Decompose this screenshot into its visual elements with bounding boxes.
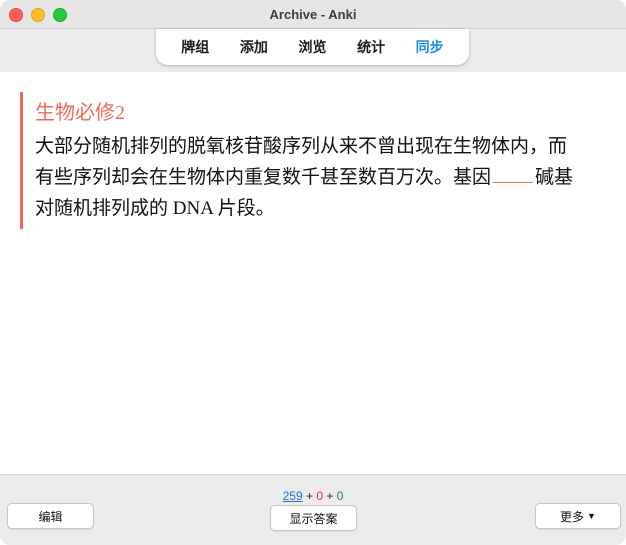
- learn-count: 0: [316, 489, 324, 503]
- edit-button[interactable]: 编辑: [7, 503, 94, 529]
- cloze-blank: [493, 164, 534, 183]
- toolbar-stats[interactable]: 统计: [351, 35, 391, 59]
- card-text-line-2-post: 碱基: [535, 167, 574, 188]
- count-separator-1: +: [302, 489, 317, 503]
- main-toolbar: 牌组 添加 浏览 统计 同步: [156, 29, 469, 65]
- minimize-window-button[interactable]: [31, 8, 45, 22]
- toolbar-decks[interactable]: 牌组: [175, 35, 215, 59]
- card-text-line-2: 有些序列却会在生物体内重复数千甚至数百万次。基因 碱基: [35, 162, 600, 193]
- card-deck-title: 生物必修2: [35, 102, 125, 124]
- more-button-label: 更多: [560, 509, 585, 524]
- anki-window: Archive - Anki 牌组 添加 浏览 统计 同步 生物必修2 大部分随…: [0, 0, 626, 545]
- review-count: 0: [336, 489, 344, 503]
- close-window-button[interactable]: [9, 8, 23, 22]
- due-counts: 259 + 0 + 0: [0, 489, 626, 503]
- toolbar-browse[interactable]: 浏览: [292, 35, 332, 59]
- caret-down-icon: ▼: [587, 511, 596, 521]
- show-answer-label: 显示答案: [289, 511, 338, 526]
- zoom-window-button[interactable]: [53, 8, 67, 22]
- toolbar-add[interactable]: 添加: [234, 35, 274, 59]
- bottom-bar: 编辑 259 + 0 + 0 显示答案 更多 ▼: [0, 474, 626, 545]
- card-question: 大部分随机排列的脱氧核苷酸序列从来不曾出现在生物体内，而 有些序列却会在生物体内…: [35, 131, 600, 224]
- card-text-line-2-pre: 有些序列却会在生物体内重复数千甚至数百万次。基因: [35, 167, 492, 188]
- new-count[interactable]: 259: [283, 489, 303, 503]
- count-separator-2: +: [323, 489, 337, 503]
- toolbar-sync[interactable]: 同步: [410, 35, 450, 59]
- window-controls: [9, 8, 67, 22]
- card-text-line-1: 大部分随机排列的脱氧核苷酸序列从来不曾出现在生物体内，而: [35, 136, 568, 157]
- window-title: Archive - Anki: [269, 6, 357, 22]
- more-button[interactable]: 更多 ▼: [535, 503, 621, 529]
- show-answer-button[interactable]: 显示答案: [270, 505, 357, 531]
- edit-button-label: 编辑: [38, 509, 63, 524]
- card-text-line-3: 对随机排列成的 DNA 片段。: [35, 198, 275, 219]
- review-card: 生物必修2 大部分随机排列的脱氧核苷酸序列从来不曾出现在生物体内，而 有些序列却…: [20, 92, 600, 229]
- title-bar: Archive - Anki: [0, 0, 626, 29]
